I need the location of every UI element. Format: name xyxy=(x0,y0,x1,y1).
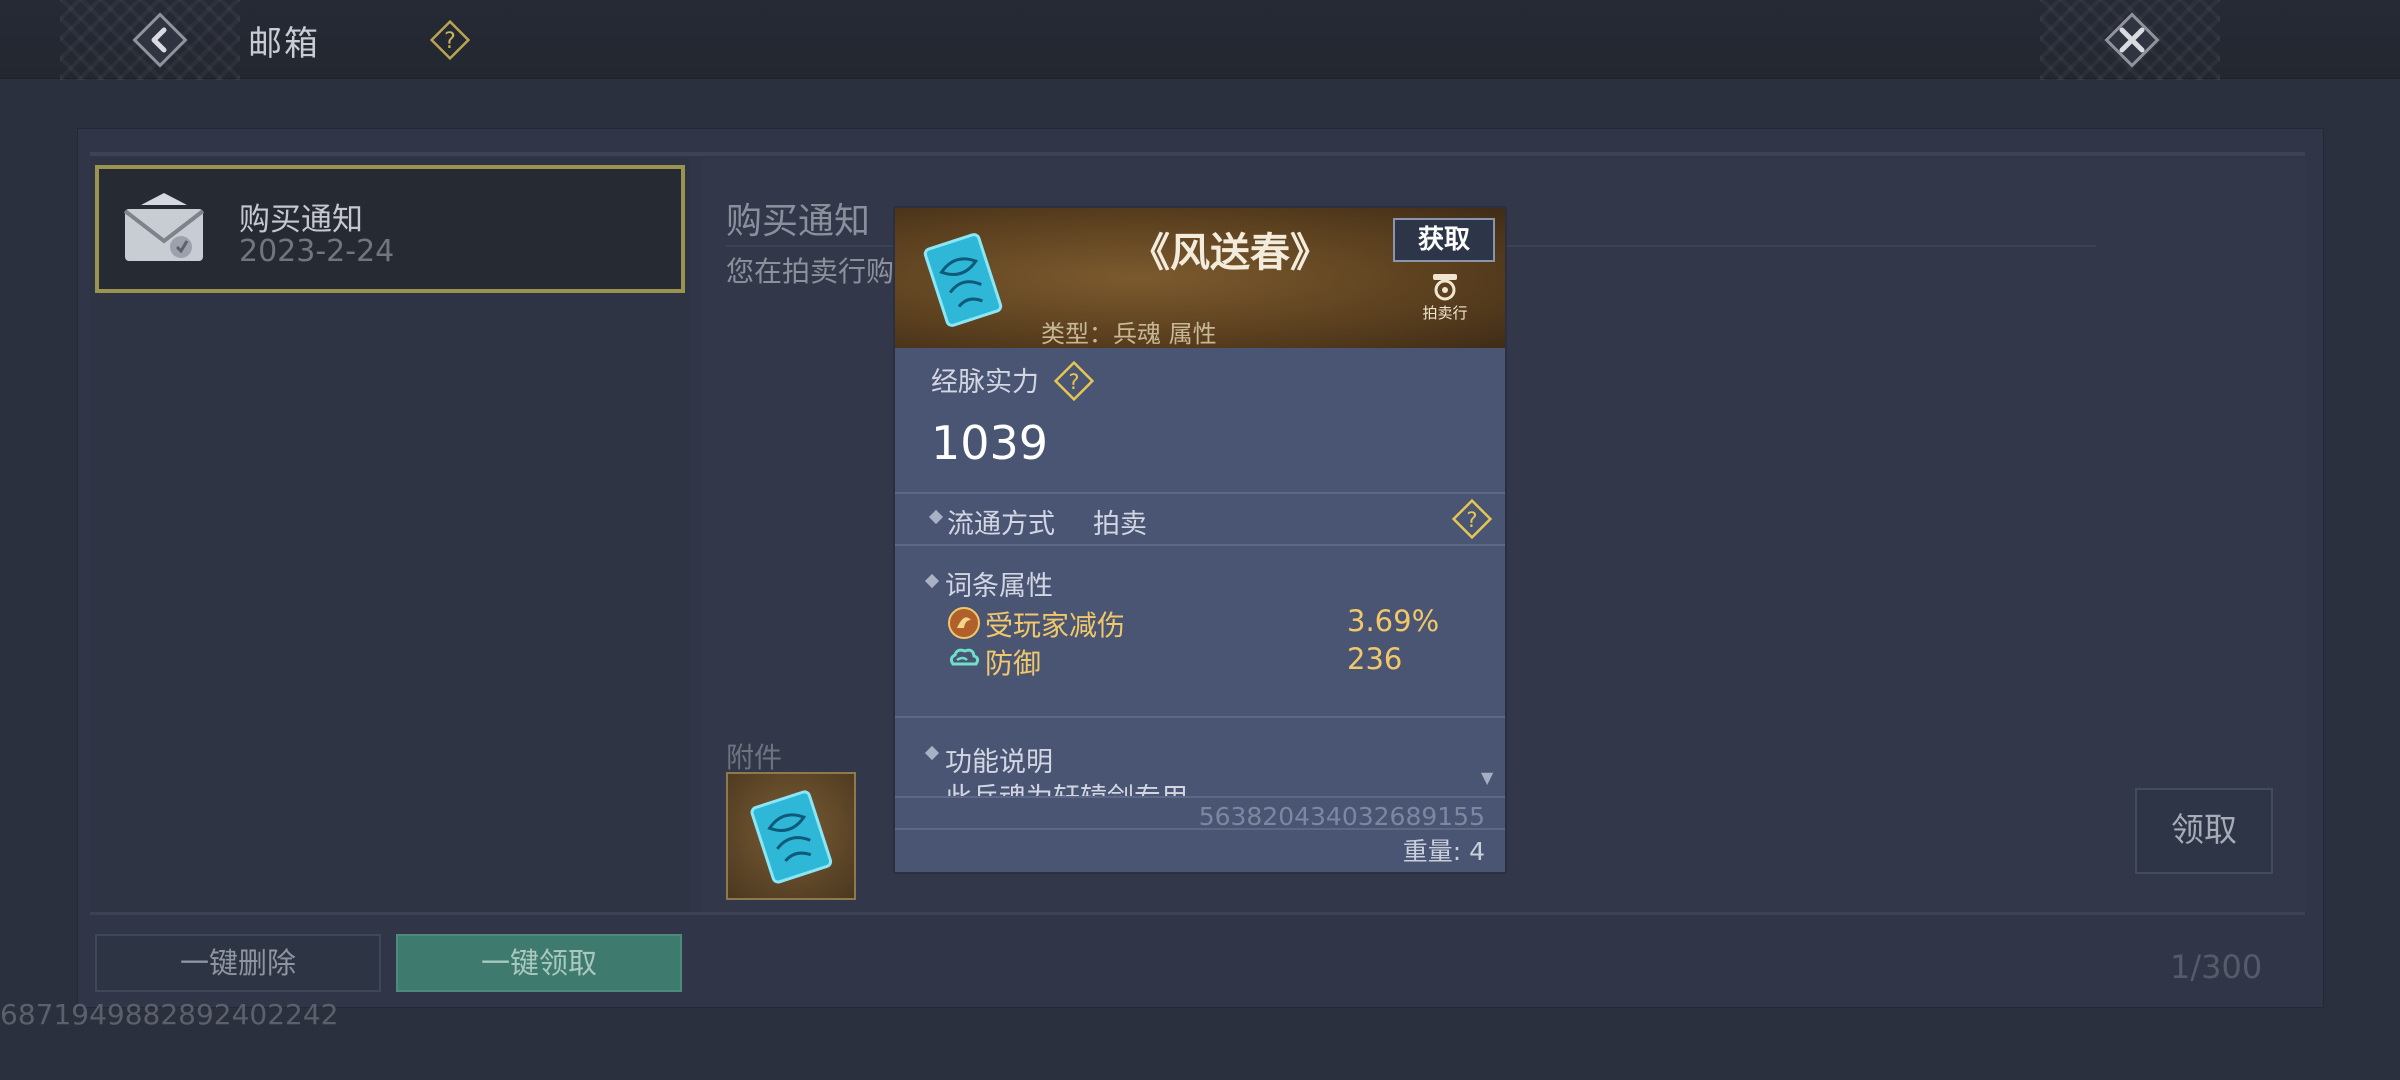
bullet-diamond xyxy=(928,509,944,525)
card-divider xyxy=(895,716,1505,718)
bullet-diamond xyxy=(924,745,940,761)
footer-divider xyxy=(90,912,2305,915)
claim-button[interactable]: 领取 xyxy=(2135,788,2273,874)
card-divider xyxy=(895,828,1505,830)
card-divider xyxy=(895,796,1505,798)
circulation-label: 流通方式 xyxy=(947,509,1055,540)
attribute-value: 3.69% xyxy=(1347,604,1440,638)
item-id: 563820434032689155 xyxy=(1198,802,1485,831)
item-tooltip-card: 《风送春》 类型：兵魂 属性 获取 拍卖行 经脉实力 ? 1039 流通方式 拍… xyxy=(893,206,1507,874)
auction-house-label: 拍卖行 xyxy=(1422,304,1468,322)
question-diamond-icon[interactable]: ? xyxy=(1451,498,1493,540)
delete-all-button[interactable]: 一键删除 xyxy=(95,934,381,992)
bullet-diamond xyxy=(924,573,940,589)
blue-scroll-icon xyxy=(750,790,833,884)
mail-item-title: 购买通知 xyxy=(239,202,363,238)
mail-detail-title: 购买通知 xyxy=(726,201,871,242)
function-text: 此兵魂为轩辕剑专用 xyxy=(945,776,1188,798)
svg-text:?: ? xyxy=(444,29,456,54)
player-uid: 6871949882892402242 xyxy=(0,998,339,1031)
mail-detail-body: 您在拍卖行购 xyxy=(726,255,895,288)
power-value: 1039 xyxy=(931,416,1049,470)
acquire-button[interactable]: 获取 xyxy=(1393,218,1495,262)
question-diamond-icon[interactable]: ? xyxy=(1053,360,1095,402)
page-title: 邮箱 xyxy=(248,24,320,64)
item-name: 《风送春》 xyxy=(1130,230,1330,276)
question-diamond-icon[interactable]: ? xyxy=(428,18,472,62)
claim-all-button[interactable]: 一键领取 xyxy=(396,934,682,992)
svg-text:?: ? xyxy=(1466,508,1477,532)
envelope-icon xyxy=(121,191,211,271)
circulation-value: 拍卖 xyxy=(1093,509,1147,540)
svg-text:?: ? xyxy=(1068,370,1079,394)
function-label: 功能说明 xyxy=(945,747,1053,778)
attachment-slot[interactable] xyxy=(726,772,856,900)
attribute-value: 236 xyxy=(1347,642,1403,676)
card-divider xyxy=(895,544,1505,546)
item-type: 类型：兵魂 属性 xyxy=(1041,320,1217,348)
top-bar xyxy=(0,0,2400,80)
fire-swirl-icon xyxy=(947,606,981,640)
attachments-label: 附件 xyxy=(726,741,783,774)
cloud-icon xyxy=(947,644,981,674)
mail-count: 1/300 xyxy=(2170,948,2263,986)
close-x-icon[interactable] xyxy=(2100,8,2164,72)
panel-divider xyxy=(90,152,2305,156)
item-weight: 重量: 4 xyxy=(1402,837,1485,866)
power-label: 经脉实力 xyxy=(931,367,1039,398)
mail-list-item[interactable]: 购买通知 2023-2-24 xyxy=(95,165,685,293)
attributes-label: 词条属性 xyxy=(945,571,1053,602)
blue-scroll-icon xyxy=(917,230,1009,330)
back-arrow-icon[interactable] xyxy=(130,10,190,70)
attribute-name: 防御 xyxy=(985,647,1042,680)
card-divider xyxy=(895,492,1505,494)
mail-item-date: 2023-2-24 xyxy=(239,234,395,269)
scroll-down-icon[interactable]: ▼ xyxy=(1481,768,1493,787)
attribute-name: 受玩家减伤 xyxy=(985,609,1126,642)
